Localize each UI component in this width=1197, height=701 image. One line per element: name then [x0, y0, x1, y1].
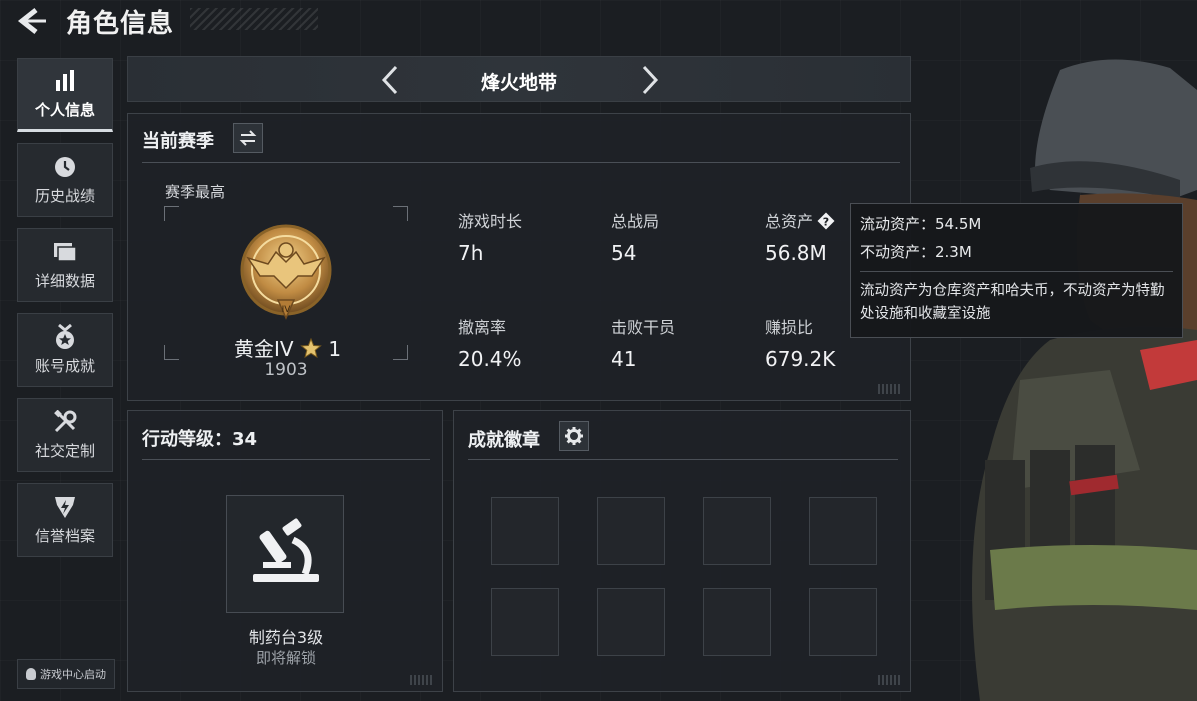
liquid-assets: 流动资产：54.5M	[860, 215, 982, 233]
top-bar: 角色信息	[0, 0, 320, 40]
sidebar-item-detailed-data[interactable]: 详细数据	[17, 228, 113, 302]
stat-label: 游戏时长	[458, 212, 523, 231]
sidebar-item-personal-info[interactable]: 个人信息	[17, 58, 113, 132]
unlock-item-name: 制药台3级	[248, 628, 324, 647]
stat-label: 总战局	[611, 212, 660, 231]
stat-value: 56.8M	[765, 241, 827, 265]
stat-operators-defeated: 击败干员 41	[611, 314, 675, 371]
microscope-icon	[253, 518, 319, 582]
badge-slot[interactable]	[809, 497, 877, 565]
stat-value: 7h	[458, 241, 484, 265]
bar-chart-icon	[52, 69, 78, 93]
stat-total-matches: 总战局 54	[611, 208, 659, 265]
qq-icon	[26, 668, 36, 680]
tooltip-divider	[860, 271, 1173, 272]
badge-slot[interactable]	[491, 588, 559, 656]
sidebar-item-label: 详细数据	[34, 271, 95, 290]
stat-value: 41	[611, 347, 637, 371]
sidebar-item-social-custom[interactable]: 社交定制	[17, 398, 113, 472]
rank-name-line: 黄金IV 1	[234, 333, 341, 362]
badge-settings-button[interactable]	[559, 421, 589, 451]
rank-stars: 1	[328, 337, 342, 361]
corner-decoration	[878, 675, 902, 685]
season-title: 当前赛季	[142, 131, 214, 152]
sidebar-item-label: 历史战绩	[34, 186, 95, 205]
stat-label: 击败干员	[611, 318, 676, 337]
season-best-label: 赛季最高	[165, 183, 226, 201]
badge-slot[interactable]	[703, 497, 771, 565]
chevron-right-icon	[642, 65, 659, 95]
pharmacy-unlock-card[interactable]	[226, 495, 344, 613]
operator-character-image	[972, 59, 1197, 701]
help-icon[interactable]: ?	[817, 212, 835, 230]
badge-slot[interactable]	[703, 588, 771, 656]
back-button[interactable]	[16, 6, 50, 36]
stat-extraction-rate: 撤离率 20.4%	[458, 314, 522, 371]
sidebar-item-label: 个人信息	[34, 100, 95, 119]
stat-profit-loss-ratio: 赚损比 679.2K	[765, 314, 835, 371]
achievement-title: 成就徽章	[468, 430, 540, 451]
asset-description: 流动资产为仓库资产和哈夫币，不动资产为特勤处设施和收藏室设施	[860, 283, 1165, 322]
folder-icon	[52, 240, 78, 264]
shield-bolt-icon	[52, 495, 78, 519]
game-center-launch-button[interactable]: 游戏中心启动	[17, 659, 115, 689]
divider	[142, 162, 900, 163]
next-mode-button[interactable]	[638, 65, 662, 95]
mode-title: 烽火地带	[480, 72, 557, 94]
action-level-title: 行动等级：34	[142, 429, 258, 450]
stat-value: 679.2K	[765, 347, 836, 371]
fixed-assets: 不动资产：2.3M	[860, 243, 972, 261]
svg-text:IV: IV	[282, 305, 292, 315]
clock-icon	[52, 155, 78, 179]
title-decoration	[190, 8, 318, 30]
stat-play-time: 游戏时长 7h	[458, 208, 522, 265]
badge-slot[interactable]	[597, 588, 665, 656]
stat-label: 撤离率	[458, 318, 507, 337]
action-level-panel: 行动等级：34 制药台3级 即将解锁	[127, 410, 443, 692]
badge-slot[interactable]	[491, 497, 559, 565]
swap-icon	[239, 130, 257, 146]
medal-icon	[52, 323, 78, 349]
sidebar-item-credit-record[interactable]: 信誉档案	[17, 483, 113, 557]
tools-icon	[52, 409, 78, 434]
gear-icon	[565, 427, 583, 445]
game-center-label: 游戏中心启动	[40, 668, 106, 681]
sidebar-item-label: 信誉档案	[34, 526, 95, 545]
stat-label: 赚损比	[765, 318, 814, 337]
back-arrow-icon	[17, 8, 46, 34]
rank-score: 1903	[264, 360, 308, 380]
stat-value: 20.4%	[458, 347, 522, 371]
gold-rank-emblem-icon: IV	[240, 224, 332, 320]
season-panel: 当前赛季 赛季最高 IV 黄金IV 1 1903 游戏时长 7h 总战局 54 …	[127, 113, 911, 401]
sidebar-item-label: 账号成就	[34, 356, 95, 375]
stat-total-assets: 总资产? 56.8M	[765, 208, 835, 265]
svg-text:?: ?	[823, 216, 829, 229]
unlock-item-status: 即将解锁	[255, 649, 316, 667]
season-switch-button[interactable]	[233, 123, 263, 153]
badge-slot[interactable]	[809, 588, 877, 656]
badge-slot[interactable]	[597, 497, 665, 565]
corner-decoration	[878, 384, 902, 394]
sidebar-item-achievements[interactable]: 账号成就	[17, 313, 113, 387]
achievement-badges-panel: 成就徽章	[453, 410, 911, 692]
stat-label: 总资产	[765, 212, 814, 231]
page-title: 角色信息	[66, 9, 175, 39]
divider	[142, 459, 430, 460]
star-icon	[300, 337, 322, 359]
asset-tooltip: 流动资产：54.5M 不动资产：2.3M 流动资产为仓库资产和哈夫币，不动资产为…	[850, 203, 1183, 338]
stat-value: 54	[611, 241, 637, 265]
mode-switcher: 烽火地带	[127, 56, 911, 102]
divider	[468, 459, 898, 460]
stat-label-row: 总资产?	[765, 208, 835, 232]
corner-decoration	[410, 675, 434, 685]
rank-name: 黄金IV	[234, 337, 294, 361]
sidebar-item-history[interactable]: 历史战绩	[17, 143, 113, 217]
sidebar-item-label: 社交定制	[34, 441, 95, 460]
